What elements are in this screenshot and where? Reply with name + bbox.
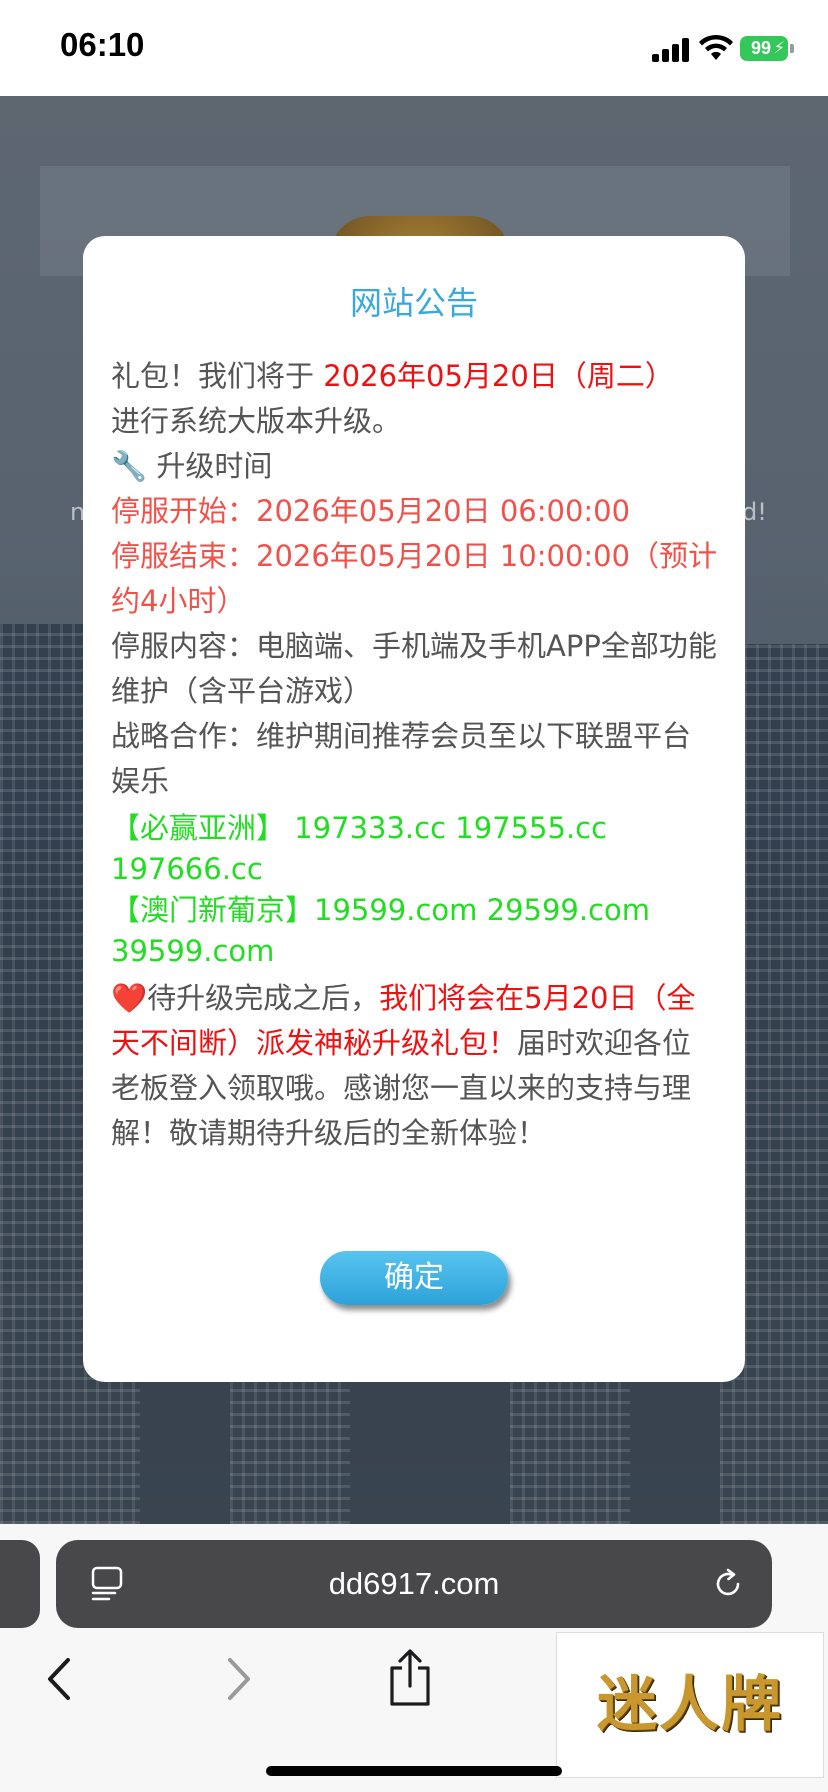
screen: 06:10 99 ⚡ n d! 网站公告 礼包！我们将于 2026年05月20日… <box>0 0 828 1792</box>
previous-tab[interactable] <box>0 1540 40 1628</box>
home-indicator[interactable] <box>266 1766 562 1776</box>
forward-icon[interactable] <box>218 1654 258 1704</box>
status-bar: 06:10 99 ⚡ <box>0 0 828 96</box>
ad-banner[interactable]: 迷人牌 <box>556 1632 824 1778</box>
modal-title: 网站公告 <box>349 284 478 322</box>
reload-icon[interactable] <box>710 1566 746 1602</box>
intro-paragraph: 礼包！我们将于 2026年05月20日（周二） 进行系统大版本升级。 <box>111 354 719 444</box>
ad-logo-text: 迷人牌 <box>597 1670 783 1740</box>
announcement-modal: 网站公告 礼包！我们将于 2026年05月20日（周二） 进行系统大版本升级。 … <box>83 236 745 1382</box>
wrench-icon: 🔧 <box>111 449 148 483</box>
intro-prefix: 礼包！我们将于 <box>111 359 324 393</box>
marquee-text-right: d! <box>742 498 767 526</box>
confirm-button[interactable]: 确定 <box>320 1251 508 1305</box>
heart-icon: ❤️ <box>111 981 148 1015</box>
address-bar[interactable]: dd6917.com <box>56 1540 772 1628</box>
closing-paragraph: ❤️待升级完成之后，我们将会在5月20日（全天不间断）派发神秘升级礼包！届时欢迎… <box>111 976 719 1156</box>
partner-link-2: 【澳门新葡京】19599.com 29599.com 39599.com <box>111 893 651 968</box>
battery-cap <box>790 44 794 53</box>
cellular-signal-icon <box>652 38 692 62</box>
closing-prefix: 待升级完成之后， <box>147 981 380 1015</box>
url-text: dd6917.com <box>328 1566 500 1601</box>
share-icon[interactable] <box>386 1648 434 1708</box>
stop-end: 停服结束：2026年05月20日 10:00:00（预计约4小时） <box>111 539 718 618</box>
partnership-note: 战略合作：维护期间推荐会员至以下联盟平台娱乐 <box>111 719 692 798</box>
partner-link-1: 【必赢亚洲】 197333.cc 197555.cc 197666.cc <box>111 811 608 886</box>
upgrade-time-heading: 🔧 升级时间 <box>111 444 719 489</box>
battery-icon: 99 ⚡ <box>740 36 788 61</box>
charging-bolt-icon: ⚡ <box>773 38 785 57</box>
status-time: 06:10 <box>60 26 145 63</box>
announcement-body[interactable]: 礼包！我们将于 2026年05月20日（周二） 进行系统大版本升级。 🔧 升级时… <box>111 354 719 1204</box>
back-icon[interactable] <box>40 1654 80 1704</box>
stop-start: 停服开始：2026年05月20日 06:00:00 <box>111 494 631 528</box>
stop-content: 停服内容：电脑端、手机端及手机APP全部功能维护（含平台游戏） <box>111 629 717 708</box>
wifi-icon <box>699 34 733 60</box>
upgrade-date: 2026年05月20日（周二） <box>323 359 674 393</box>
upgrade-time-label: 升级时间 <box>147 449 273 483</box>
intro-suffix: 进行系统大版本升级。 <box>111 404 402 438</box>
